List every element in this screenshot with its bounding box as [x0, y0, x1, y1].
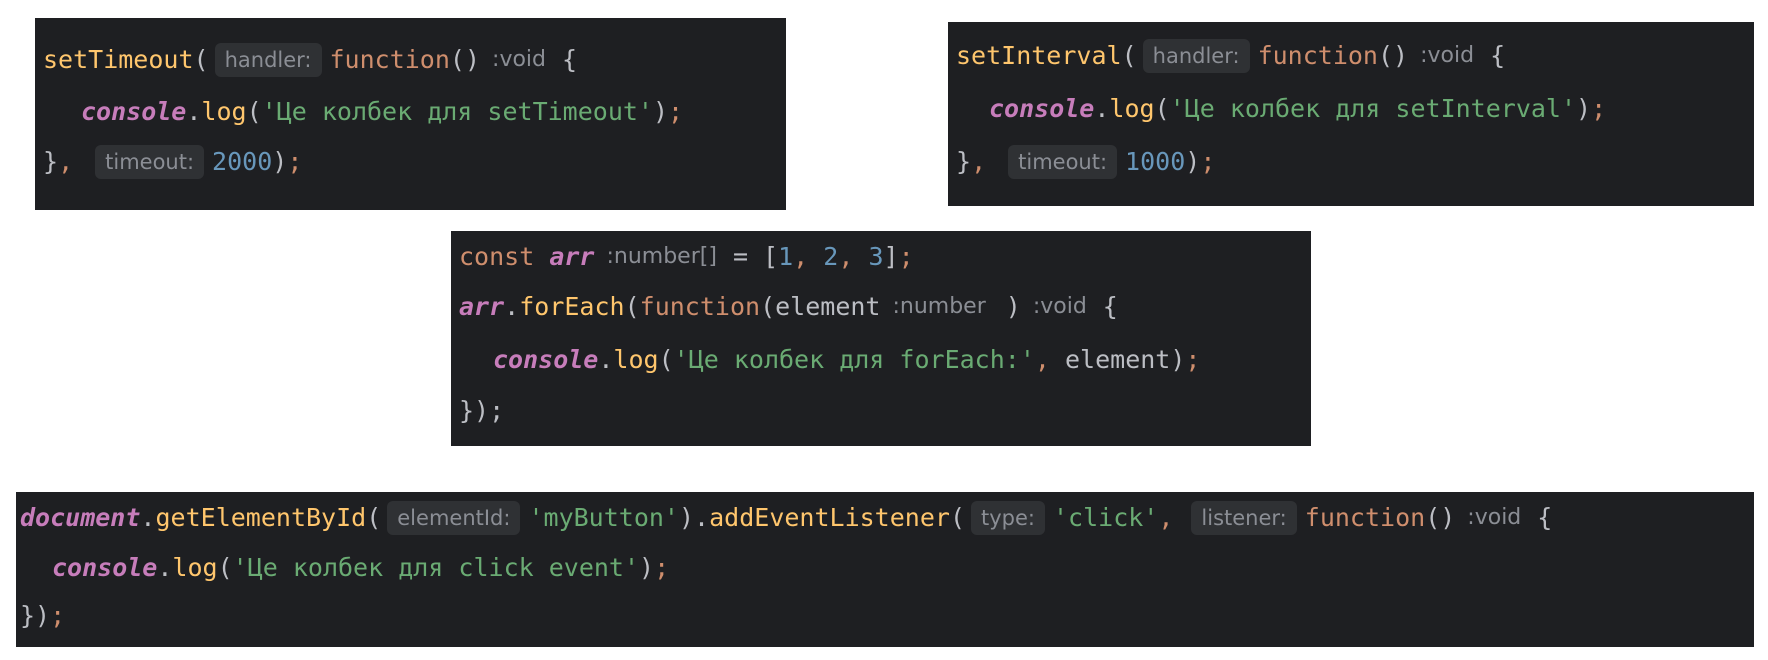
method-name: forEach [519, 292, 625, 321]
code-snippet-event-listener: document. getElementById(elementId:'myBut… [16, 492, 1754, 647]
object-name: console [989, 94, 1095, 123]
code-line: }, timeout: 1000); [956, 144, 1215, 180]
string-literal: 'myButton' [528, 503, 679, 532]
code-line: console. log('Це колбек для setInterval')… [989, 91, 1606, 127]
code-line: console. log('Це колбек для setTimeout'); [81, 94, 683, 130]
code-snippet-set-interval: setInterval(handler: function():void{ con… [948, 22, 1754, 206]
keyword: const [459, 242, 535, 271]
code-line: console. log('Це колбек для click event')… [52, 550, 669, 586]
method-name: getElementById [155, 503, 367, 532]
code-line: setInterval(handler: function():void{ [956, 38, 1505, 74]
number-literal: 2000 [212, 147, 273, 176]
code-line: }); [20, 601, 66, 630]
parameter-hint: handler: [1142, 39, 1250, 73]
code-line: arr. forEach(function (element:number):voi… [459, 289, 1118, 325]
keyword: function [1257, 41, 1378, 70]
type-hint: :void [492, 47, 546, 72]
keyword: function [1304, 503, 1426, 532]
keyword: function [639, 292, 761, 321]
code-line: }); [459, 396, 505, 425]
parameter-hint: handler: [214, 43, 322, 77]
method-name: log [613, 345, 659, 374]
object-name: document [20, 503, 141, 532]
code-line: }, timeout: 2000); [43, 144, 302, 180]
string-literal: 'click' [1053, 503, 1159, 532]
string-literal: 'Це колбек для setTimeout' [261, 97, 653, 126]
parameter-hint: type: [971, 501, 1045, 535]
parameter-hint: timeout: [95, 145, 205, 179]
parameter-hint: timeout: [1008, 145, 1118, 179]
method-name: log [172, 553, 218, 582]
function-name: setTimeout [43, 45, 194, 74]
method-name: addEventListener [709, 503, 950, 532]
code-snippet-for-each: const arr:number[] = [1, 2, 3]; arr. forEa… [451, 231, 1311, 446]
string-literal: 'Це колбек для click event' [232, 553, 640, 582]
object-name: console [52, 553, 158, 582]
method-name: log [1109, 94, 1155, 123]
parameter-hint: listener: [1191, 501, 1297, 535]
object-name: console [493, 345, 599, 374]
string-literal: 'Це колбек для setInterval' [1169, 94, 1577, 123]
code-snippet-set-timeout: setTimeout(handler: function():void{ cons… [35, 18, 786, 210]
code-line: document. getElementById(elementId:'myBut… [20, 500, 1552, 536]
function-name: setInterval [956, 41, 1122, 70]
code-line: setTimeout(handler: function():void{ [43, 42, 577, 78]
object-name: console [81, 97, 187, 126]
number-literal: 1000 [1125, 147, 1186, 176]
variable-name: arr [459, 292, 505, 321]
type-hint: :number[] [606, 244, 717, 269]
type-hint: :void [1032, 294, 1087, 319]
code-line: const arr:number[] = [1, 2, 3]; [459, 239, 914, 275]
type-hint: :void [1420, 43, 1475, 68]
method-name: log [201, 97, 247, 126]
variable-name: arr [549, 242, 595, 271]
string-literal: 'Це колбек для forEach:' [673, 345, 1035, 374]
type-hint: :number [892, 294, 986, 319]
type-hint: :void [1467, 505, 1522, 530]
code-line: console. log('Це колбек для forEach:', el… [493, 342, 1200, 378]
parameter-hint: elementId: [387, 501, 521, 535]
keyword: function [329, 45, 450, 74]
